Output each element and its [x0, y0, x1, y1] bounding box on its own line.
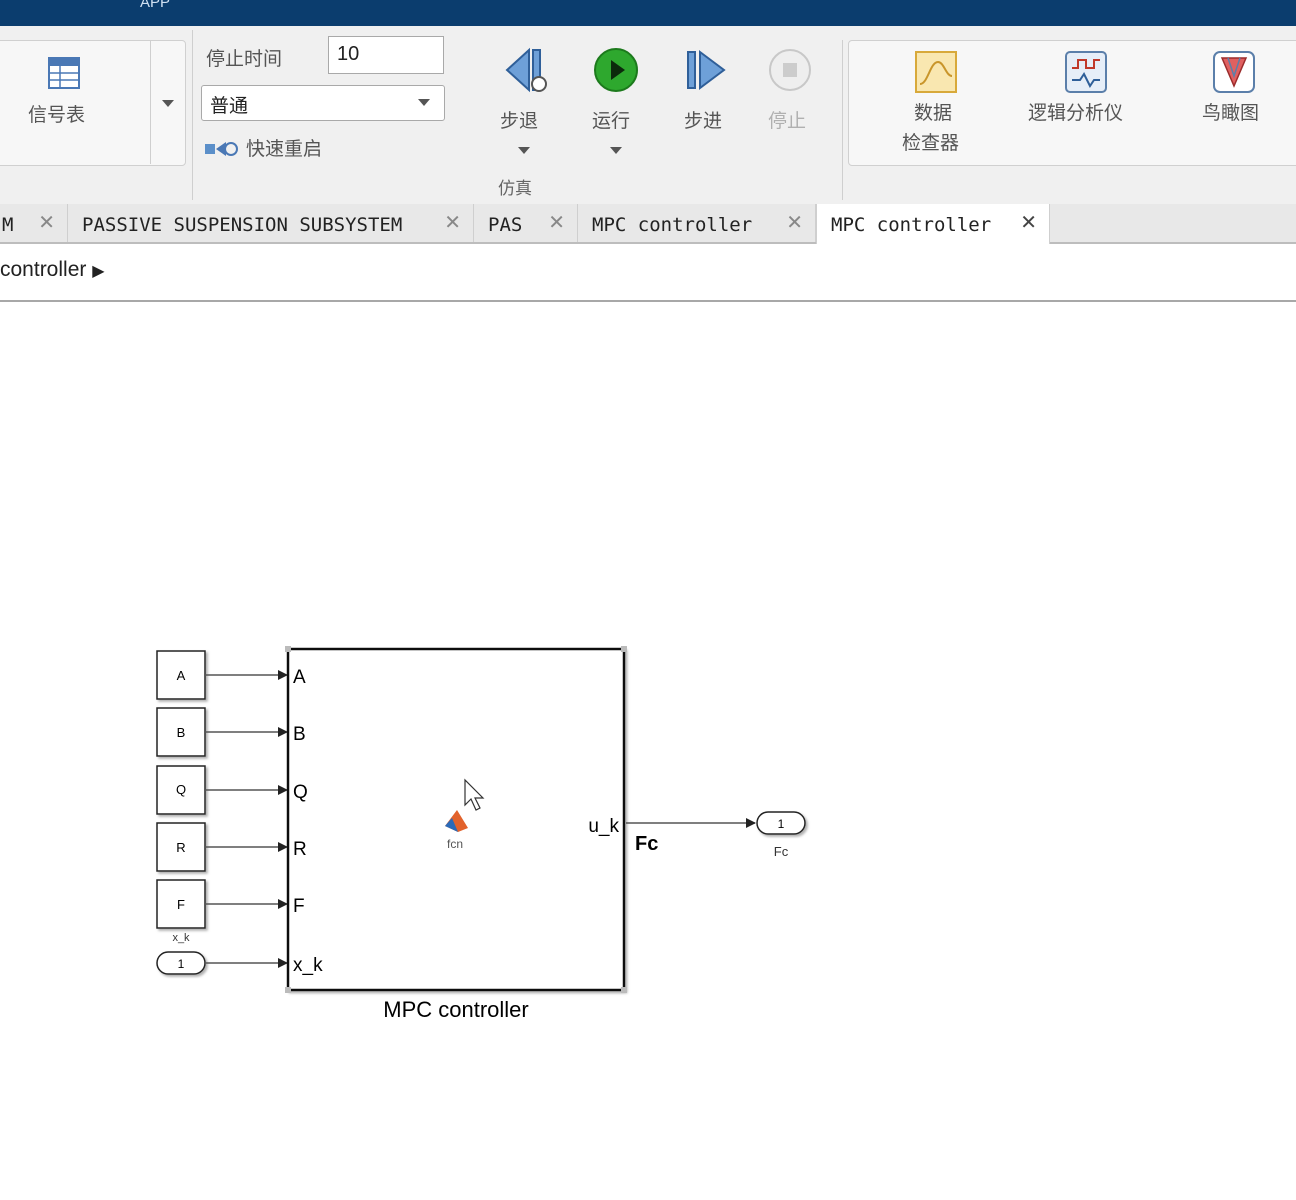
outport-name: Fc	[774, 844, 789, 859]
constant-value: Q	[176, 782, 186, 797]
divider	[192, 30, 193, 200]
close-icon[interactable]: ✕	[1020, 210, 1037, 234]
step-forward-label: 步进	[684, 110, 723, 132]
signal-table-dropdown-arrow[interactable]	[162, 100, 174, 107]
breadcrumb-item[interactable]: controller	[0, 258, 86, 281]
birds-eye-button[interactable]: 鸟瞰图	[1196, 50, 1286, 130]
stop-time-label: 停止时间	[206, 48, 283, 70]
port-label-q: Q	[293, 782, 308, 803]
breadcrumb-bar: controller ▶	[0, 244, 1296, 302]
table-icon	[48, 57, 80, 89]
constant-value: A	[177, 668, 186, 683]
data-inspector-icon	[915, 51, 957, 93]
tab-label: PASSIVE SUSPENSION SUBSYSTEM	[82, 214, 403, 236]
fast-restart-button[interactable]: 快速重启	[204, 134, 354, 166]
port-label-u-k: u_k	[588, 816, 619, 837]
mpc-controller-subsystem[interactable]: A B Q R F x_k u_k fcn	[285, 646, 627, 993]
birds-eye-icon	[1213, 51, 1255, 93]
tab-label: PAS	[488, 214, 523, 236]
tab-mpc-controller-active[interactable]: MPC controller ✕	[816, 204, 1050, 244]
subsystem-name[interactable]: MPC controller	[383, 997, 528, 1022]
close-icon[interactable]: ✕	[786, 210, 803, 234]
tab-pas[interactable]: PAS ✕	[474, 204, 578, 242]
step-forward-button[interactable]: 步进	[680, 46, 736, 146]
port-label-f: F	[293, 896, 305, 917]
toolstrip: 信号表 停止时间 10 普通 快速重启 步退 运行 步进 停止 仿真 数据 检查…	[0, 26, 1296, 205]
block-diagram[interactable]: A B Q R F x_k 1 A B Q R F x_k u_k fcn MP…	[0, 302, 1296, 1196]
port-label-r: R	[293, 839, 307, 860]
tab-m[interactable]: M ✕	[0, 204, 68, 242]
port-label-a: A	[293, 667, 306, 688]
fast-restart-label: 快速重启	[246, 138, 323, 160]
run-button[interactable]: 运行	[588, 46, 644, 166]
title-bar: APP	[0, 0, 1296, 26]
divider	[150, 40, 151, 164]
inport-x-k[interactable]: x_k 1	[156, 932, 206, 975]
breadcrumb[interactable]: controller ▶	[0, 258, 105, 282]
constant-block-r[interactable]: R	[156, 822, 206, 872]
step-forward-icon	[687, 50, 726, 90]
signal-table-button[interactable]: 信号表	[10, 50, 146, 160]
tab-label: M	[2, 214, 14, 236]
selection-handle[interactable]	[621, 987, 627, 993]
constant-value: R	[176, 840, 185, 855]
selection-handle[interactable]	[621, 646, 627, 652]
constant-block-b[interactable]: B	[156, 707, 206, 757]
port-label-b: B	[293, 724, 306, 745]
signal-label-fc[interactable]: Fc	[635, 833, 658, 855]
fast-restart-icon	[205, 142, 238, 156]
close-icon[interactable]: ✕	[444, 210, 461, 234]
port-label-x-k: x_k	[293, 955, 323, 976]
data-inspector-label-line2: 检查器	[902, 132, 960, 154]
tab-label: MPC controller	[831, 214, 992, 236]
logic-analyzer-button[interactable]: 逻辑分析仪	[1026, 50, 1146, 130]
close-icon[interactable]: ✕	[38, 210, 55, 234]
simulation-mode-select[interactable]: 普通	[201, 85, 445, 121]
simulation-mode-value: 普通	[210, 95, 249, 117]
simulation-section-label: 仿真	[498, 179, 532, 199]
outport-number: 1	[778, 817, 785, 831]
tab-passive-suspension-subsystem[interactable]: PASSIVE SUSPENSION SUBSYSTEM ✕	[68, 204, 474, 242]
selection-handle[interactable]	[285, 987, 291, 993]
signal-table-label: 信号表	[28, 104, 86, 126]
constant-value: F	[177, 897, 185, 912]
run-dropdown-arrow[interactable]	[610, 147, 622, 154]
stop-button[interactable]: 停止	[764, 46, 820, 146]
divider	[842, 40, 843, 200]
inport-name: x_k	[172, 932, 190, 944]
logic-analyzer-icon	[1065, 51, 1107, 93]
stop-time-input[interactable]: 10	[328, 36, 444, 74]
constant-block-a[interactable]: A	[156, 650, 206, 700]
tab-mpc-controller[interactable]: MPC controller ✕	[578, 204, 816, 242]
constant-block-q[interactable]: Q	[156, 765, 206, 815]
data-inspector-button[interactable]: 数据 检查器	[896, 50, 976, 160]
caret-right-icon[interactable]: ▶	[92, 263, 104, 280]
constant-value: B	[177, 725, 186, 740]
model-tab-bar: M ✕ PASSIVE SUSPENSION SUBSYSTEM ✕ PAS ✕…	[0, 204, 1296, 244]
stop-label: 停止	[768, 110, 807, 132]
birds-eye-label: 鸟瞰图	[1202, 102, 1260, 124]
constant-block-f[interactable]: F	[156, 879, 206, 929]
fcn-label: fcn	[447, 837, 463, 851]
model-canvas[interactable]: A B Q R F x_k 1 A B Q R F x_k u_k fcn MP…	[0, 302, 1296, 1196]
chevron-down-icon	[418, 99, 430, 106]
step-back-label: 步退	[500, 110, 539, 132]
step-back-button[interactable]: 步退	[496, 46, 552, 166]
selection-handle[interactable]	[285, 646, 291, 652]
data-inspector-label-line1: 数据	[914, 102, 953, 124]
outport-fc[interactable]: 1 Fc	[756, 811, 806, 859]
tab-label: MPC controller	[592, 214, 753, 236]
close-icon[interactable]: ✕	[548, 210, 565, 234]
logic-analyzer-label: 逻辑分析仪	[1028, 102, 1124, 124]
run-icon	[594, 48, 638, 92]
stop-icon	[769, 49, 811, 91]
inport-number: 1	[178, 957, 185, 971]
step-back-icon	[505, 47, 547, 93]
run-label: 运行	[592, 110, 631, 132]
app-tab-label[interactable]: APP	[140, 0, 170, 11]
step-back-dropdown-arrow[interactable]	[518, 147, 530, 154]
